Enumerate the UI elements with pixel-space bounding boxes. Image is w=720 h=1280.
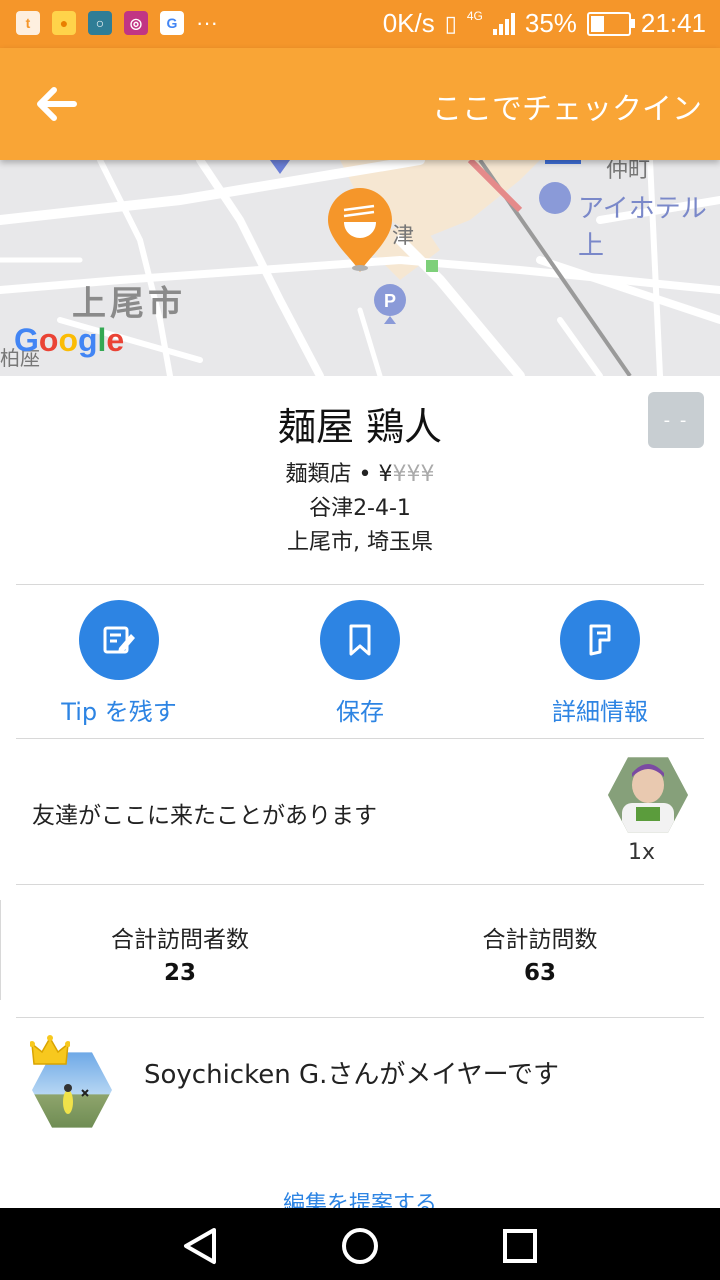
foursquare-icon: [589, 624, 611, 656]
map-label-city: 上尾市: [72, 284, 186, 324]
divider: [16, 884, 704, 885]
map-label-hotel: アイホテル上: [578, 194, 707, 261]
leave-tip-circle: [79, 600, 159, 680]
network-type: 4G: [466, 8, 483, 23]
divider: [16, 738, 704, 739]
venue-category: 麺類店 •: [285, 462, 379, 487]
total-visitors-title: 合計訪問者数: [111, 927, 249, 953]
circle-app-icon: ○: [88, 11, 112, 35]
friend-avatar-image: [608, 757, 688, 833]
venue-name: 麺屋 鶏人: [277, 405, 443, 449]
price-active: ¥: [378, 462, 393, 487]
vibrate-icon: ▯: [444, 10, 457, 36]
divider: [16, 1017, 704, 1018]
save-label: 保存: [336, 698, 384, 726]
more-notifications-icon: ···: [196, 10, 218, 35]
arrow-left-icon: [37, 87, 77, 121]
checkin-button[interactable]: ここでチェックイン: [432, 84, 702, 128]
venue-category-price: 麺類店 • ¥¥¥¥: [0, 456, 720, 488]
venue-address: 谷津2-4-1: [309, 496, 411, 521]
venue-city: 上尾市, 埼玉県: [287, 530, 433, 555]
app-bar: ここでチェックイン: [0, 48, 720, 160]
total-visitors: 合計訪問者数 23: [30, 920, 330, 986]
divider: [16, 584, 704, 585]
price-inactive: ¥¥¥: [392, 462, 435, 487]
bookmark-icon: [349, 624, 371, 656]
leave-tip-button[interactable]: Tip を残す: [19, 600, 219, 727]
map-label-tsu: 津: [392, 224, 415, 249]
twitter-icon: t: [16, 11, 40, 35]
battery-icon: [586, 11, 635, 36]
square-recents-icon[interactable]: [502, 1226, 538, 1266]
save-circle: [320, 600, 400, 680]
system-nav-bar: [0, 1208, 720, 1280]
google-logo: Google: [14, 322, 125, 358]
friend-avatar[interactable]: [608, 757, 688, 833]
circle-home-icon[interactable]: [340, 1226, 380, 1266]
map-label-station: 仲町: [606, 160, 651, 183]
map-view[interactable]: P 上尾市 津 アイホテル上 仲町 柏座 Google: [0, 160, 720, 376]
back-button[interactable]: [30, 78, 82, 130]
total-visits-title: 合計訪問数: [482, 927, 598, 953]
total-visitors-value: 23: [163, 960, 196, 986]
triangle-back-icon[interactable]: [178, 1226, 222, 1266]
edit-note-icon: [103, 626, 135, 654]
details-circle: [560, 600, 640, 680]
crown-icon: [30, 1035, 70, 1065]
rating-badge[interactable]: - -: [648, 392, 704, 448]
details-label: 詳細情報: [552, 698, 648, 726]
signal-icon: [492, 12, 515, 35]
fruit-app-icon: ●: [52, 11, 76, 35]
friend-visit-count: 1x: [628, 840, 656, 865]
stats-edge-line: [0, 900, 1, 1000]
google-icon: G: [160, 11, 184, 35]
leave-tip-label: Tip を残す: [61, 698, 177, 726]
mayor-text: Soychicken G.さんがメイヤーです: [144, 1060, 560, 1090]
instagram-icon: ◎: [124, 11, 148, 35]
total-visits-value: 63: [523, 960, 556, 986]
total-visits: 合計訪問数 63: [390, 920, 690, 986]
svg-text:P: P: [384, 291, 396, 311]
save-button[interactable]: 保存: [260, 600, 460, 727]
network-speed: 0K/s: [382, 8, 435, 38]
friends-visited-text: 友達がここに来たことがあります: [32, 803, 377, 829]
status-bar: t ● ○ ◎ G ··· 0K/s ▯ 4G 35% 21:41: [0, 0, 720, 48]
battery-percent: 35%: [524, 8, 577, 38]
clock: 21:41: [640, 8, 706, 38]
details-button[interactable]: 詳細情報: [500, 600, 700, 727]
